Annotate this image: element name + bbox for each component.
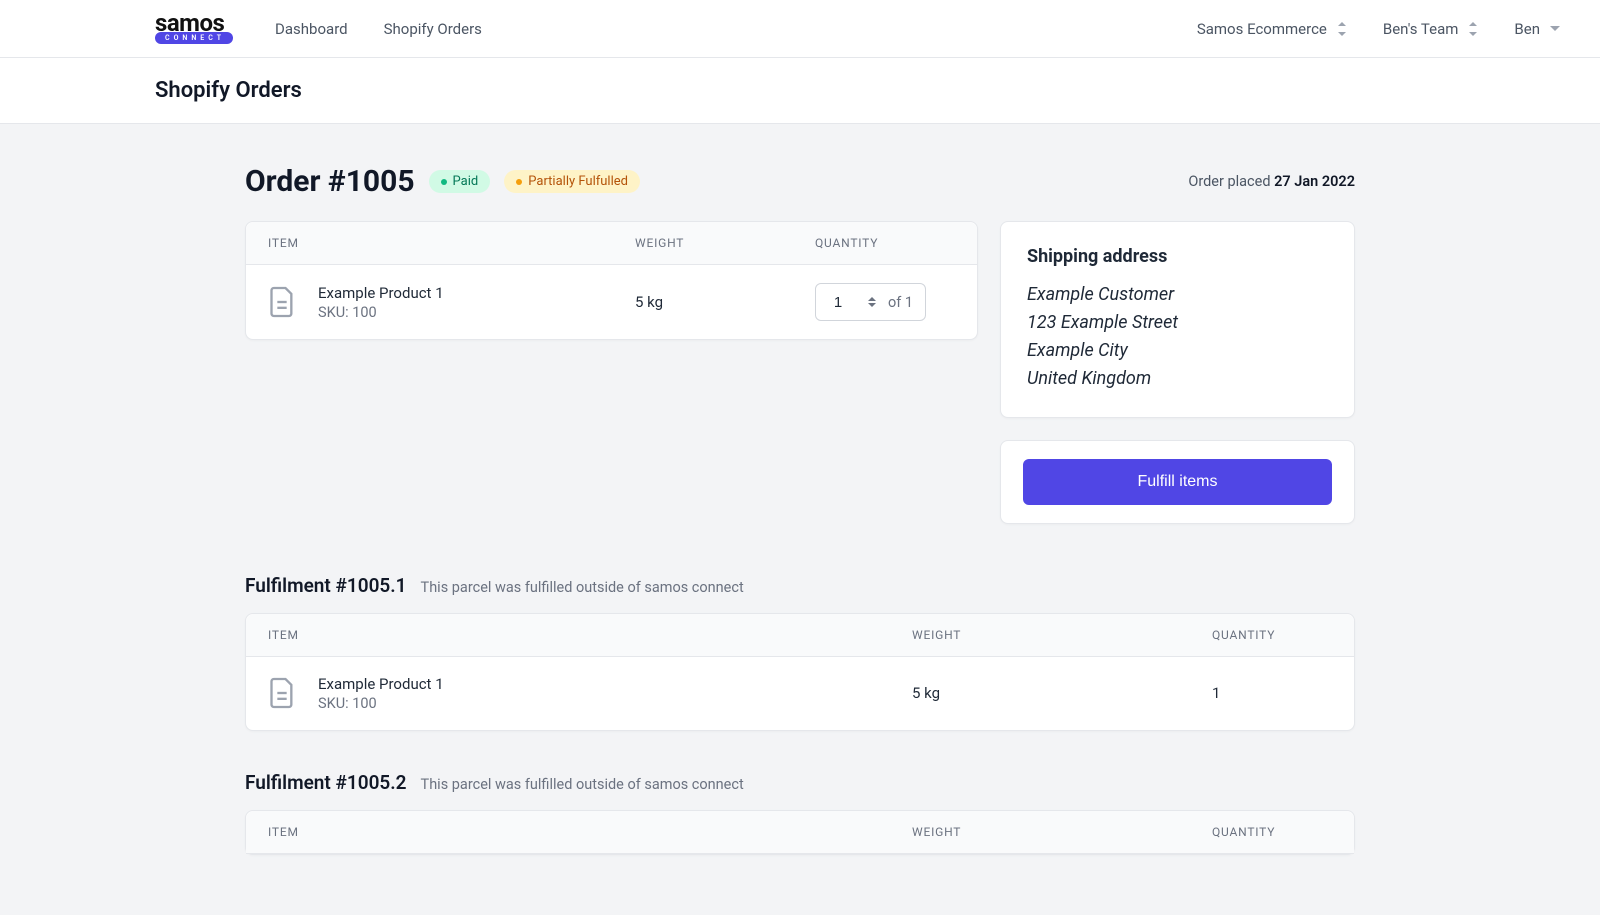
fulfilment-title: Fulfilment #1005.2	[245, 771, 407, 794]
logo-text: samos	[155, 13, 233, 35]
org-switcher[interactable]: Samos Ecommerce	[1197, 20, 1347, 38]
fulfilment-title: Fulfilment #1005.1	[245, 574, 407, 597]
user-name: Ben	[1514, 20, 1540, 38]
team-name: Ben's Team	[1383, 20, 1459, 38]
quantity-input[interactable]	[816, 284, 860, 320]
fulfilment-section: Fulfilment #1005.1 This parcel was fulfi…	[245, 574, 1355, 731]
item-quantity: 1	[1212, 684, 1332, 702]
user-menu[interactable]: Ben	[1514, 20, 1560, 38]
dot-icon	[441, 179, 447, 185]
col-item: ITEM	[268, 825, 912, 839]
fulfill-card: Fulfill items	[1000, 440, 1355, 524]
nav-dashboard[interactable]: Dashboard	[275, 20, 348, 38]
fulfilment-note: This parcel was fulfilled outside of sam…	[421, 579, 744, 596]
status-badge-partial: Partially Fulfulled	[504, 170, 640, 193]
shipping-street: 123 Example Street	[1027, 309, 1328, 337]
shipping-country: United Kingdom	[1027, 365, 1328, 393]
order-title: Order #1005	[245, 164, 415, 199]
item-sku: SKU: 100	[318, 695, 444, 712]
qty-down-icon[interactable]	[868, 303, 876, 307]
quantity-stepper: of 1	[815, 283, 926, 321]
item-weight: 5 kg	[912, 684, 1212, 702]
status-badge-paid: Paid	[429, 170, 491, 193]
shipping-city: Example City	[1027, 337, 1328, 365]
table-row: Example Product 1 SKU: 100 5 kg 1	[246, 657, 1354, 730]
logo-subtext: CONNECT	[155, 32, 233, 44]
col-quantity: QUANTITY	[1212, 628, 1332, 642]
page-title: Shopify Orders	[155, 78, 1600, 103]
document-icon	[268, 676, 296, 710]
col-weight: WEIGHT	[912, 628, 1212, 642]
quantity-of-label: of 1	[888, 294, 913, 311]
dot-icon	[516, 179, 522, 185]
shipping-heading: Shipping address	[1027, 246, 1328, 267]
updown-icon	[1337, 22, 1347, 36]
team-switcher[interactable]: Ben's Team	[1383, 20, 1479, 38]
chevron-down-icon	[1550, 26, 1560, 31]
table-header: ITEM WEIGHT QUANTITY	[246, 222, 977, 265]
updown-icon	[1468, 22, 1478, 36]
qty-up-icon[interactable]	[868, 297, 876, 301]
subheader: Shopify Orders	[0, 58, 1600, 124]
primary-nav: Dashboard Shopify Orders	[275, 20, 482, 38]
table-header: ITEM WEIGHT QUANTITY	[246, 811, 1354, 854]
fulfill-items-button[interactable]: Fulfill items	[1023, 459, 1332, 505]
col-quantity: QUANTITY	[815, 236, 955, 250]
pending-items-card: ITEM WEIGHT QUANTITY Example Product 1 S…	[245, 221, 978, 340]
fulfilment-section: Fulfilment #1005.2 This parcel was fulfi…	[245, 771, 1355, 855]
table-header: ITEM WEIGHT QUANTITY	[246, 614, 1354, 657]
item-name: Example Product 1	[318, 675, 444, 693]
col-item: ITEM	[268, 236, 635, 250]
top-right: Samos Ecommerce Ben's Team Ben	[1197, 20, 1560, 38]
col-item: ITEM	[268, 628, 912, 642]
fulfilment-note: This parcel was fulfilled outside of sam…	[421, 776, 744, 793]
order-header: Order #1005 Paid Partially Fulfulled Ord…	[245, 164, 1355, 199]
table-row: Example Product 1 SKU: 100 5 kg of 1	[246, 265, 977, 339]
nav-shopify-orders[interactable]: Shopify Orders	[384, 20, 482, 38]
item-name: Example Product 1	[318, 284, 444, 302]
shipping-name: Example Customer	[1027, 281, 1328, 309]
col-weight: WEIGHT	[635, 236, 815, 250]
org-name: Samos Ecommerce	[1197, 20, 1327, 38]
col-quantity: QUANTITY	[1212, 825, 1332, 839]
order-placed: Order placed 27 Jan 2022	[1188, 173, 1355, 190]
top-nav: samos CONNECT Dashboard Shopify Orders S…	[0, 0, 1600, 58]
item-sku: SKU: 100	[318, 304, 444, 321]
document-icon	[268, 285, 296, 319]
col-weight: WEIGHT	[912, 825, 1212, 839]
logo[interactable]: samos CONNECT	[155, 13, 233, 45]
item-weight: 5 kg	[635, 293, 815, 311]
shipping-address-card: Shipping address Example Customer 123 Ex…	[1000, 221, 1355, 418]
